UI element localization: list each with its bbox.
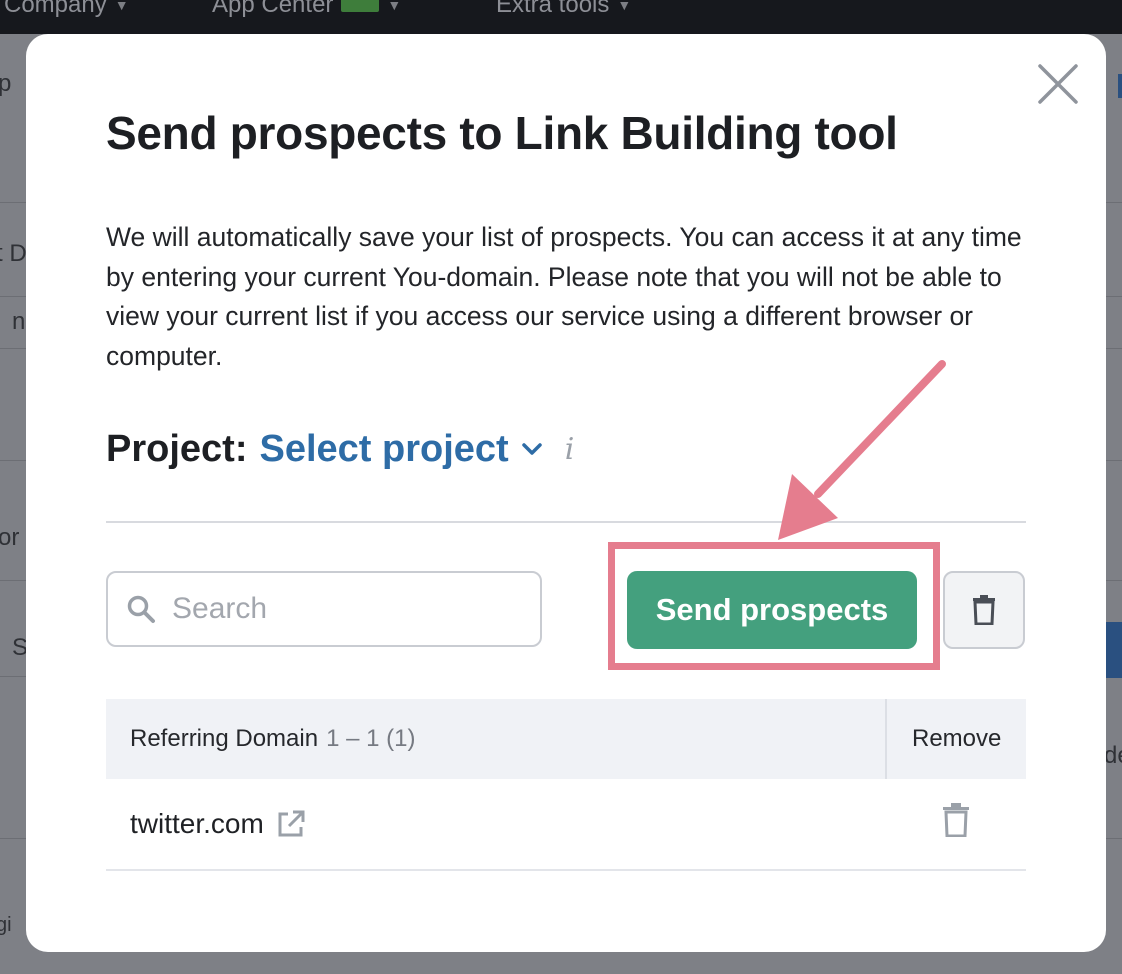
background-text: or	[0, 524, 20, 551]
background-text: n	[12, 308, 26, 335]
send-prospects-button[interactable]: Send prospects	[627, 571, 917, 649]
search-icon	[127, 595, 155, 623]
top-navigation-bar: Company ▼ App Center ▼ Extra tools ▼	[0, 0, 1122, 34]
close-icon	[1038, 64, 1078, 104]
table-header: Referring Domain 1 – 1 (1) Remove	[106, 699, 1026, 779]
info-icon[interactable]: i	[565, 432, 575, 467]
project-row: Project: Select project i	[106, 424, 574, 474]
remove-row-button[interactable]	[942, 803, 970, 839]
close-button[interactable]	[1036, 62, 1080, 106]
chevron-down-icon: ▼	[114, 0, 129, 13]
background-text: gi	[0, 914, 12, 936]
background-text: p	[0, 70, 12, 97]
chevron-down-icon: ▼	[387, 0, 402, 13]
project-label: Project:	[106, 427, 248, 470]
new-badge	[341, 0, 380, 12]
nav-item-app-center[interactable]: App Center ▼	[212, 0, 401, 19]
background-text: de	[1104, 742, 1122, 769]
select-project-label: Select project	[259, 427, 509, 470]
external-link-icon[interactable]	[276, 809, 306, 839]
prospects-table: Referring Domain 1 – 1 (1) Remove twitter…	[106, 699, 1026, 871]
trash-icon	[973, 595, 995, 625]
column-separator	[885, 699, 887, 779]
select-project-dropdown[interactable]: Select project	[259, 428, 542, 471]
delete-all-button[interactable]	[943, 571, 1025, 649]
column-header-referring-domain[interactable]: Referring Domain 1 – 1 (1)	[106, 725, 886, 753]
modal-title: Send prospects to Link Building tool	[106, 107, 898, 159]
send-prospects-modal: Send prospects to Link Building tool We …	[26, 34, 1106, 952]
nav-item-extra-tools[interactable]: Extra tools ▼	[496, 0, 631, 19]
divider	[106, 521, 1026, 523]
domain-cell: twitter.com	[106, 808, 306, 840]
domain-link[interactable]: twitter.com	[130, 808, 264, 840]
table-row: twitter.com	[106, 779, 1026, 871]
modal-description: We will automatically save your list of …	[106, 222, 1022, 371]
background-button	[1118, 74, 1122, 98]
result-range: 1 – 1 (1)	[326, 725, 416, 752]
chevron-down-icon: ▼	[617, 0, 632, 13]
background-text: t D	[0, 240, 27, 267]
chevron-down-icon	[521, 443, 542, 455]
search-field[interactable]	[106, 571, 542, 647]
nav-item-company[interactable]: Company ▼	[4, 0, 129, 19]
trash-icon	[943, 803, 969, 838]
search-input[interactable]	[172, 592, 512, 626]
background-button	[1106, 622, 1122, 678]
column-header-remove: Remove	[912, 725, 1002, 752]
